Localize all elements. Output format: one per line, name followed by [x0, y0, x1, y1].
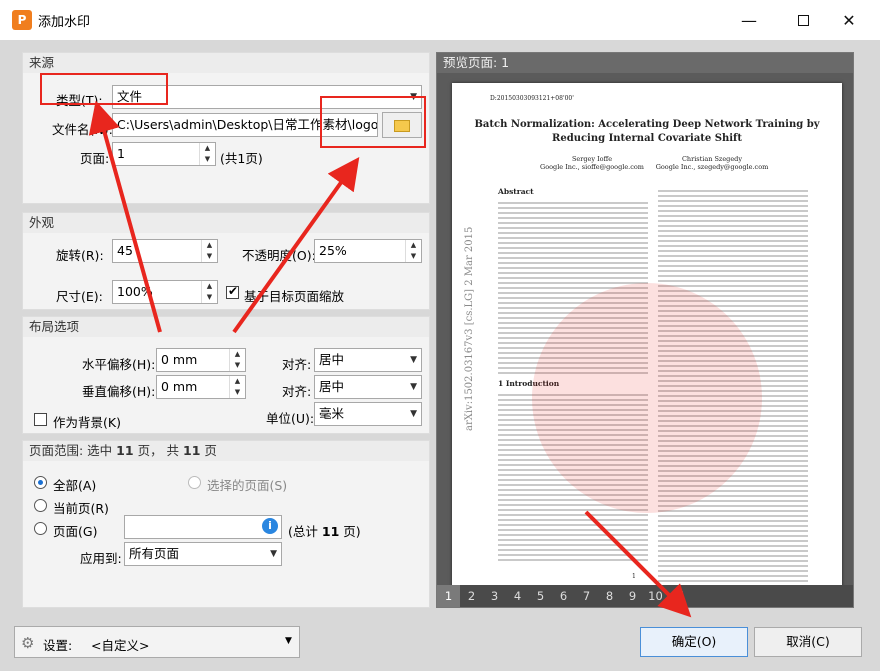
arrow-to-ok [584, 510, 692, 618]
annotation-arrows [88, 100, 692, 618]
arrow-to-browse [232, 156, 360, 334]
arrow-to-filename [88, 100, 162, 333]
